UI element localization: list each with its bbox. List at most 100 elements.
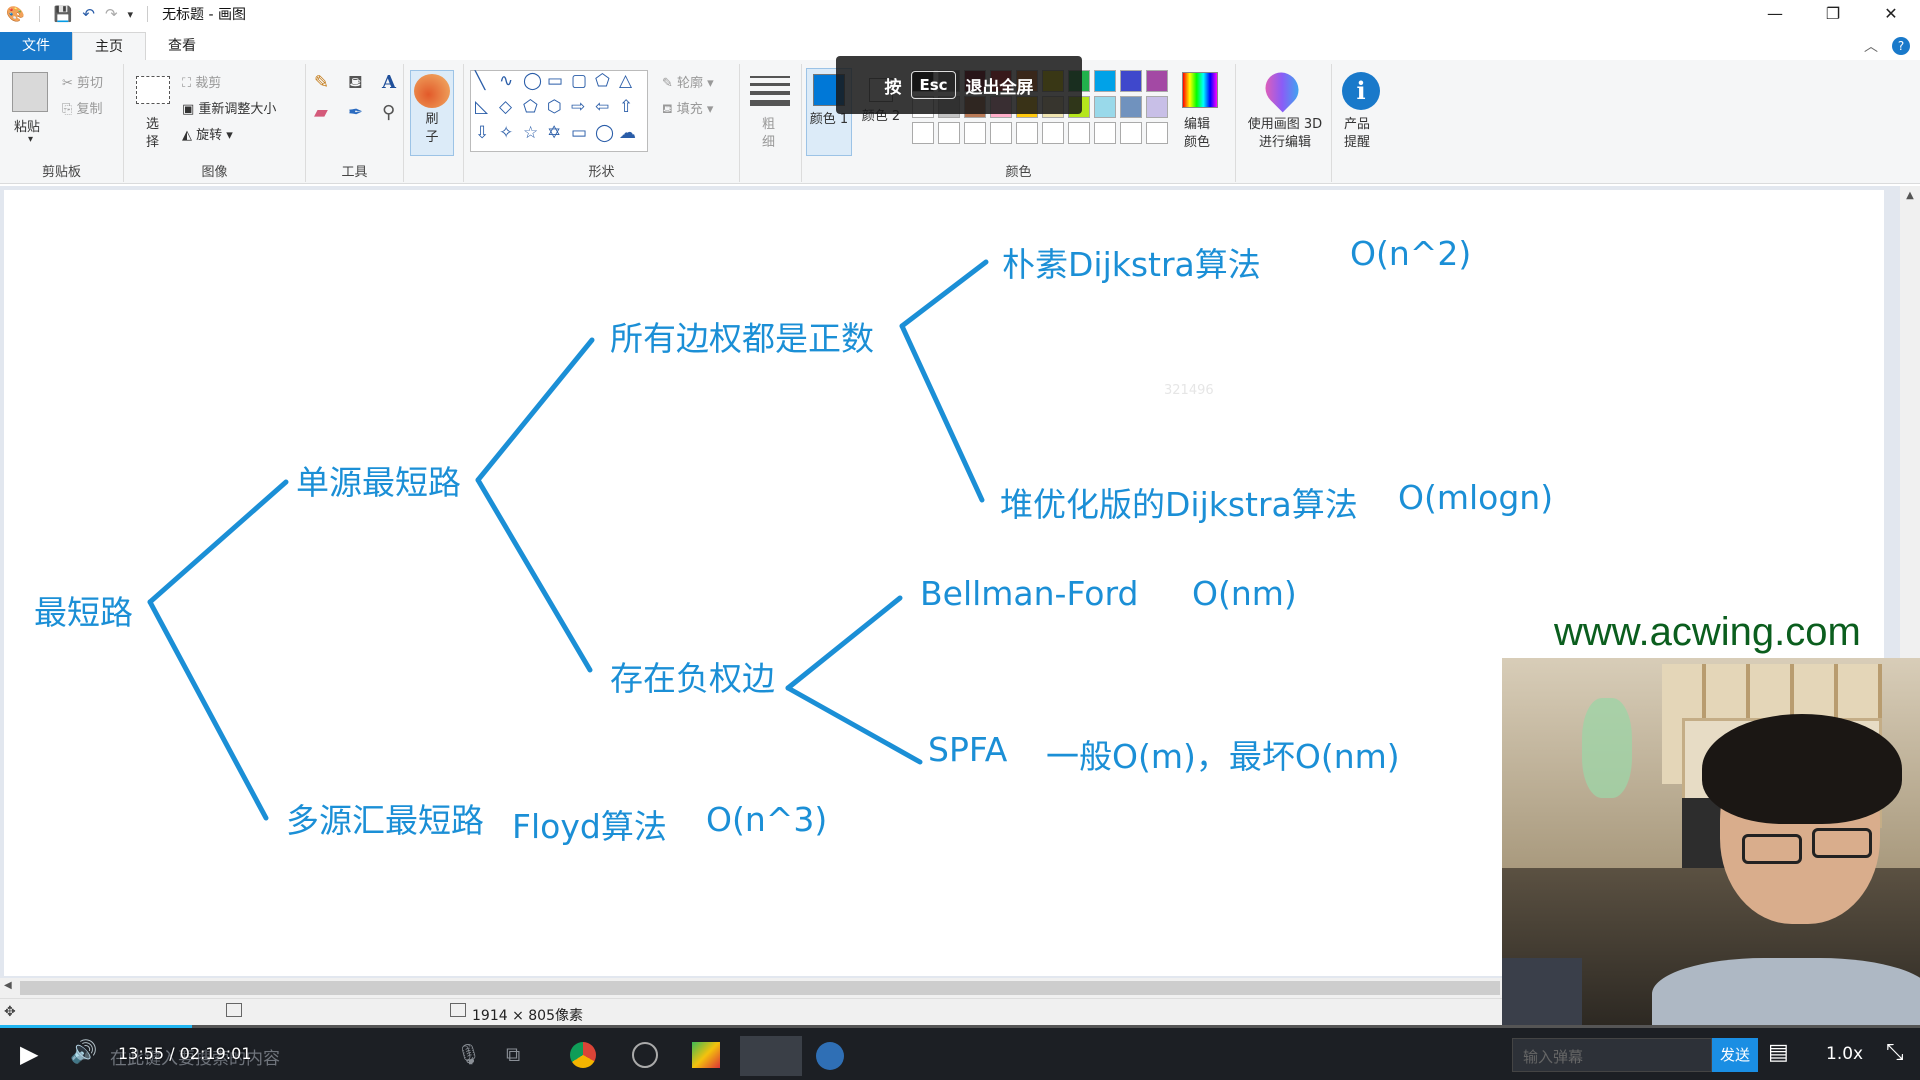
rounded-rect-shape-icon[interactable]: ▢ xyxy=(571,71,595,97)
exit-fullscreen-icon[interactable]: ⤡ xyxy=(1886,1040,1904,1065)
tab-home[interactable]: 主页 xyxy=(72,32,146,60)
cut-button[interactable]: ✂ 剪切 xyxy=(62,72,103,91)
custom-color-slot[interactable] xyxy=(1120,122,1142,144)
right-triangle-shape-icon[interactable]: ◺ xyxy=(475,97,499,123)
fill-bucket-icon[interactable]: ⛾ xyxy=(348,72,376,96)
paste-chevron-icon[interactable]: ▾ xyxy=(28,134,33,145)
pentagon-shape-icon[interactable]: ⬠ xyxy=(523,97,547,123)
microphone-icon[interactable]: 🎙 xyxy=(456,1042,481,1066)
line-shape-icon[interactable]: ╲ xyxy=(475,71,499,97)
outline-button[interactable]: ✎ 轮廓 ▾ xyxy=(662,72,714,91)
palette-swatch[interactable] xyxy=(1094,70,1116,92)
callout-oval-shape-icon[interactable]: ◯ xyxy=(595,123,619,149)
custom-color-slot[interactable] xyxy=(1016,122,1038,144)
callout-rect-shape-icon[interactable]: ▭ xyxy=(571,123,595,149)
up-arrow-shape-icon[interactable]: ⇧ xyxy=(619,97,643,123)
send-danmaku-button[interactable]: 发送 xyxy=(1712,1038,1758,1072)
rectangle-shape-icon[interactable]: ▭ xyxy=(547,71,571,97)
down-arrow-shape-icon[interactable]: ⇩ xyxy=(475,123,499,149)
node-negative-edges: 存在负权边 xyxy=(610,659,775,698)
color-picker-icon[interactable]: ✒ xyxy=(348,102,376,123)
eraser-icon[interactable]: ▰ xyxy=(314,102,342,123)
size-icon[interactable] xyxy=(750,76,790,106)
size-button[interactable]: 粗细 xyxy=(762,116,778,152)
product-alert-button[interactable]: 产品提醒 xyxy=(1344,116,1378,152)
custom-color-slot[interactable] xyxy=(938,122,960,144)
close-button[interactable]: ✕ xyxy=(1862,0,1920,28)
custom-color-slot[interactable] xyxy=(964,122,986,144)
palette-swatch[interactable] xyxy=(1120,96,1142,118)
maximize-button[interactable]: ❐ xyxy=(1804,0,1862,28)
esc-hint-press: 按 xyxy=(884,77,902,98)
polygon-shape-icon[interactable]: ⬠ xyxy=(595,71,619,97)
palette-swatch[interactable] xyxy=(1146,70,1168,92)
save-icon[interactable]: 💾 xyxy=(54,5,73,23)
clipboard-group: 粘贴 ▾ ✂ 剪切 ⎘ 复制 剪贴板 xyxy=(0,64,124,182)
left-arrow-shape-icon[interactable]: ⇦ xyxy=(595,97,619,123)
oval-shape-icon[interactable]: ◯ xyxy=(523,71,547,97)
volume-icon[interactable]: 🔊 xyxy=(70,1040,97,1065)
callout-cloud-shape-icon[interactable]: ☁ xyxy=(619,123,643,149)
collapse-ribbon-icon[interactable]: ︿ xyxy=(1864,36,1878,56)
brushes-button[interactable]: 刷子 xyxy=(410,70,454,156)
watermark-text: 321496 xyxy=(1164,383,1214,398)
playback-speed[interactable]: 1.0x xyxy=(1826,1044,1863,1064)
redo-icon[interactable]: ↷ xyxy=(105,5,118,23)
tab-view[interactable]: 查看 xyxy=(146,32,218,60)
crop-label: 裁剪 xyxy=(195,76,222,91)
palette-swatch[interactable] xyxy=(1146,96,1168,118)
hexagon-shape-icon[interactable]: ⬡ xyxy=(547,97,571,123)
scroll-left-icon[interactable]: ◀ xyxy=(4,980,12,991)
size-group: 粗细 xyxy=(740,64,802,182)
danmaku-input[interactable]: 输入弹幕 xyxy=(1512,1038,1712,1072)
customize-qa-icon[interactable]: ▾ xyxy=(128,8,134,21)
tab-file[interactable]: 文件 xyxy=(0,32,72,60)
star4-shape-icon[interactable]: ✧ xyxy=(499,123,523,149)
obs-icon[interactable] xyxy=(632,1042,658,1068)
custom-color-slot[interactable] xyxy=(990,122,1012,144)
palette-swatch[interactable] xyxy=(1120,70,1142,92)
custom-color-slot[interactable] xyxy=(1146,122,1168,144)
task-view-icon[interactable]: ⧉ xyxy=(506,1042,520,1066)
curve-shape-icon[interactable]: ∿ xyxy=(499,71,523,97)
rotate-label: 旋转 xyxy=(196,128,223,143)
right-arrow-shape-icon[interactable]: ⇨ xyxy=(571,97,595,123)
crop-button[interactable]: ⛶ 裁剪 xyxy=(182,72,221,91)
fullscreen-exit-hint: 按 Esc 退出全屏 xyxy=(836,56,1082,114)
palette-swatch[interactable] xyxy=(1094,96,1116,118)
rotate-button[interactable]: ◭ 旋转 ▾ xyxy=(182,124,233,143)
pencil-icon[interactable]: ✎ xyxy=(314,72,342,96)
copy-label: 复制 xyxy=(76,102,103,117)
select-button[interactable]: 选择 xyxy=(146,116,162,152)
triangle-shape-icon[interactable]: △ xyxy=(619,71,643,97)
undo-icon[interactable]: ↶ xyxy=(82,5,95,23)
fill-label: 填充 xyxy=(676,102,703,117)
cut-label: 剪切 xyxy=(77,76,104,91)
paint-taskbar-icon[interactable] xyxy=(740,1036,802,1076)
diamond-shape-icon[interactable]: ◇ xyxy=(499,97,523,123)
node-spfa-complexity: 一般O(m)，最坏O(nm) xyxy=(1046,737,1400,776)
help-icon[interactable]: ? xyxy=(1892,37,1910,55)
app-icon[interactable] xyxy=(692,1042,720,1068)
paste-button[interactable]: 粘贴 xyxy=(14,116,40,135)
paint3d-button[interactable]: 使用画图 3D 进行编辑 xyxy=(1244,116,1326,152)
star5-shape-icon[interactable]: ☆ xyxy=(523,123,547,149)
browser-icon[interactable] xyxy=(816,1042,844,1070)
edge-root-single xyxy=(147,479,289,605)
danmaku-toggle-icon[interactable]: ▤ xyxy=(1768,1040,1789,1065)
resize-button[interactable]: ▣ 重新调整大小 xyxy=(182,98,276,117)
scroll-up-icon[interactable]: ▲ xyxy=(1900,186,1920,201)
horizontal-scroll-thumb[interactable] xyxy=(20,981,1500,995)
star6-shape-icon[interactable]: ✡ xyxy=(547,123,571,149)
minimize-button[interactable]: — xyxy=(1746,0,1804,28)
custom-color-slot[interactable] xyxy=(1068,122,1090,144)
custom-color-slot[interactable] xyxy=(912,122,934,144)
custom-color-slot[interactable] xyxy=(1042,122,1064,144)
shapes-gallery[interactable]: ╲ ∿ ◯ ▭ ▢ ⬠ △ ◺ ◇ ⬠ ⬡ ⇨ ⇦ ⇧ ⇩ ✧ ☆ ✡ ▭ ◯ ☁ xyxy=(470,70,648,152)
play-icon[interactable]: ▶ xyxy=(20,1040,38,1068)
custom-color-slot[interactable] xyxy=(1094,122,1116,144)
edit-colors-button[interactable]: 编辑颜色 xyxy=(1184,116,1218,152)
chrome-icon[interactable] xyxy=(570,1042,596,1068)
fill-button[interactable]: ⛾ 填充 ▾ xyxy=(662,98,713,119)
copy-button[interactable]: ⎘ 复制 xyxy=(62,98,103,117)
